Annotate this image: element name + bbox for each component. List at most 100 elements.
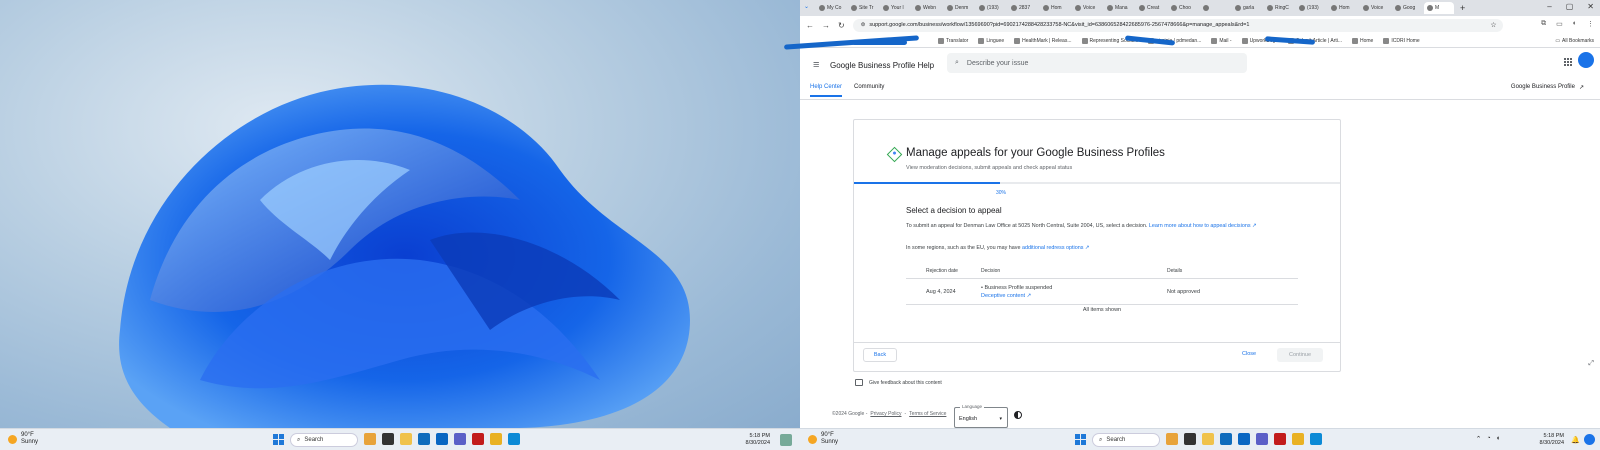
browser-tab[interactable]: (193) — [1296, 2, 1326, 14]
volume-icon[interactable]: ◖ — [1496, 435, 1500, 443]
chrome-icon[interactable] — [1292, 433, 1304, 445]
address-bar[interactable]: ⊜ support.google.com/business/workflow/1… — [852, 18, 1503, 32]
card-title: Manage appeals for your Google Business … — [906, 147, 1165, 159]
forward-arrow-icon[interactable]: → — [822, 21, 830, 30]
site-info-icon[interactable]: ⊜ — [861, 22, 866, 28]
chevron-up-icon[interactable]: ⌃ — [1476, 435, 1482, 443]
profile-icon[interactable]: ◐ — [1573, 20, 1577, 28]
acrobat-icon[interactable] — [1274, 433, 1286, 445]
terms-link[interactable]: Terms of Service — [909, 411, 946, 417]
browser-tab[interactable]: Mana — [1104, 2, 1134, 14]
app-icon[interactable] — [1238, 433, 1250, 445]
avatar[interactable] — [1578, 52, 1594, 68]
weather-widget[interactable]: 90°F Sunny — [8, 432, 38, 446]
extensions-icon[interactable]: ⧉ — [1541, 20, 1546, 28]
browser-tab[interactable] — [1200, 2, 1230, 14]
back-arrow-icon[interactable]: ← — [806, 21, 814, 30]
browser-tab[interactable]: Voice — [1072, 2, 1102, 14]
tab-label: Denm — [955, 5, 969, 11]
bookmark-item[interactable]: Translator — [938, 37, 968, 44]
clock[interactable]: 5:18 PM 8/30/2024 — [746, 433, 770, 447]
app-icon[interactable] — [382, 433, 394, 445]
app-icon[interactable] — [1184, 433, 1196, 445]
back-button[interactable]: Back — [863, 348, 897, 362]
edge-icon[interactable] — [508, 433, 520, 445]
browser-tab[interactable]: garla — [1232, 2, 1262, 14]
close-icon[interactable]: ✕ — [1587, 2, 1594, 11]
start-icon[interactable] — [273, 434, 284, 445]
browser-tab[interactable]: Hom — [1040, 2, 1070, 14]
bookmark-item[interactable]: Home — [1352, 37, 1373, 44]
menu-icon[interactable]: ⋮ — [1587, 20, 1594, 28]
dark-mode-toggle-icon[interactable] — [1014, 411, 1022, 419]
browser-tab[interactable]: RingC — [1264, 2, 1294, 14]
taskbar-search[interactable]: ⌕ Search — [290, 433, 358, 447]
copilot-icon[interactable] — [1584, 434, 1595, 445]
browser-tab[interactable]: Creat — [1136, 2, 1166, 14]
star-icon[interactable]: ☆ — [1490, 21, 1496, 29]
gbp-external-link[interactable]: Google Business Profile ↗ — [1511, 84, 1584, 91]
google-apps-icon[interactable] — [1564, 58, 1572, 66]
bookmark-item[interactable]: HealthMark | Releas... — [1014, 37, 1072, 44]
browser-tab[interactable]: Hom — [1328, 2, 1358, 14]
wifi-icon[interactable]: ◔ — [1487, 435, 1491, 443]
weather-widget[interactable]: 90°F Sunny — [808, 432, 838, 446]
tab-community[interactable]: Community — [854, 84, 884, 97]
folder-icon[interactable] — [400, 433, 412, 445]
browser-tab[interactable]: Site Tr — [848, 2, 878, 14]
browser-tab[interactable]: Goog — [1392, 2, 1422, 14]
bell-icon[interactable]: 🔔 — [1571, 436, 1580, 444]
app-icon[interactable] — [1166, 433, 1178, 445]
chrome-icon[interactable] — [490, 433, 502, 445]
clock[interactable]: 5:18 PM 8/30/2024 — [1540, 433, 1564, 447]
minimize-icon[interactable]: – — [1547, 2, 1551, 11]
deceptive-content-link[interactable]: Deceptive content — [981, 293, 1025, 299]
browser-tab[interactable]: M — [1424, 2, 1454, 14]
start-icon[interactable] — [1075, 434, 1086, 445]
close-button[interactable]: Close — [1242, 351, 1256, 357]
reload-icon[interactable]: ↻ — [838, 21, 845, 30]
app-icon[interactable] — [436, 433, 448, 445]
bookmark-item[interactable]: Mail - — [1211, 37, 1232, 44]
browser-tab[interactable]: Voice — [1360, 2, 1390, 14]
folder-icon[interactable] — [1202, 433, 1214, 445]
taskbar-search[interactable]: ⌕ Search — [1092, 433, 1160, 447]
browser-window: ⌄ My Co Site Tr Your l Webn Denm (193) 2837 Hom… — [783, 0, 1600, 428]
learn-more-link[interactable]: Learn more about how to appeal decisions — [1149, 223, 1251, 229]
browser-tab[interactable]: Denm — [944, 2, 974, 14]
tab-search-icon[interactable]: ⌄ — [804, 3, 809, 10]
feedback-link[interactable]: Give feedback about this content — [855, 379, 942, 386]
app-icon[interactable] — [418, 433, 430, 445]
bookmark-item[interactable]: Linguee — [978, 37, 1004, 44]
cast-icon[interactable]: ▭ — [1556, 20, 1563, 28]
tab-label: Choo — [1179, 5, 1191, 11]
app-icon[interactable] — [364, 433, 376, 445]
browser-tab[interactable]: Choo — [1168, 2, 1198, 14]
browser-tab[interactable]: My Co — [816, 2, 846, 14]
continue-button[interactable]: Continue — [1277, 348, 1323, 362]
maximize-icon[interactable]: ▢ — [1566, 2, 1574, 11]
product-title[interactable]: Google Business Profile Help — [830, 61, 934, 70]
page-footer: ©2024 Google - Privacy Policy - Terms of… — [832, 411, 946, 417]
browser-tab[interactable]: Webn — [912, 2, 942, 14]
language-select[interactable]: Language English ▾ — [954, 404, 1008, 428]
teams-icon[interactable] — [454, 433, 466, 445]
tab-help-center[interactable]: Help Center — [810, 84, 843, 97]
widget-icon[interactable] — [780, 434, 792, 446]
edge-icon[interactable] — [1310, 433, 1322, 445]
browser-tab[interactable]: (193) — [976, 2, 1006, 14]
privacy-link[interactable]: Privacy Policy — [870, 411, 901, 417]
acrobat-icon[interactable] — [472, 433, 484, 445]
teams-icon[interactable] — [1256, 433, 1268, 445]
all-bookmarks[interactable]: ▭ All Bookmarks — [1555, 38, 1594, 44]
menu-hamburger-icon[interactable]: ≡ — [813, 59, 819, 71]
new-tab-icon[interactable]: + — [1460, 3, 1465, 13]
redress-link[interactable]: additional redress options — [1022, 245, 1083, 251]
table-row[interactable]: Aug 4, 2024 • Business Profile suspended… — [906, 279, 1298, 305]
app-icon[interactable] — [1220, 433, 1232, 445]
browser-tab[interactable]: 2837 — [1008, 2, 1038, 14]
browser-tab[interactable]: Your l — [880, 2, 910, 14]
bookmark-item[interactable]: ICDRI Home — [1383, 37, 1420, 44]
side-panel-icon[interactable]: ⤢ — [1588, 360, 1594, 368]
help-search-input[interactable]: ⌕ Describe your issue — [947, 53, 1247, 73]
